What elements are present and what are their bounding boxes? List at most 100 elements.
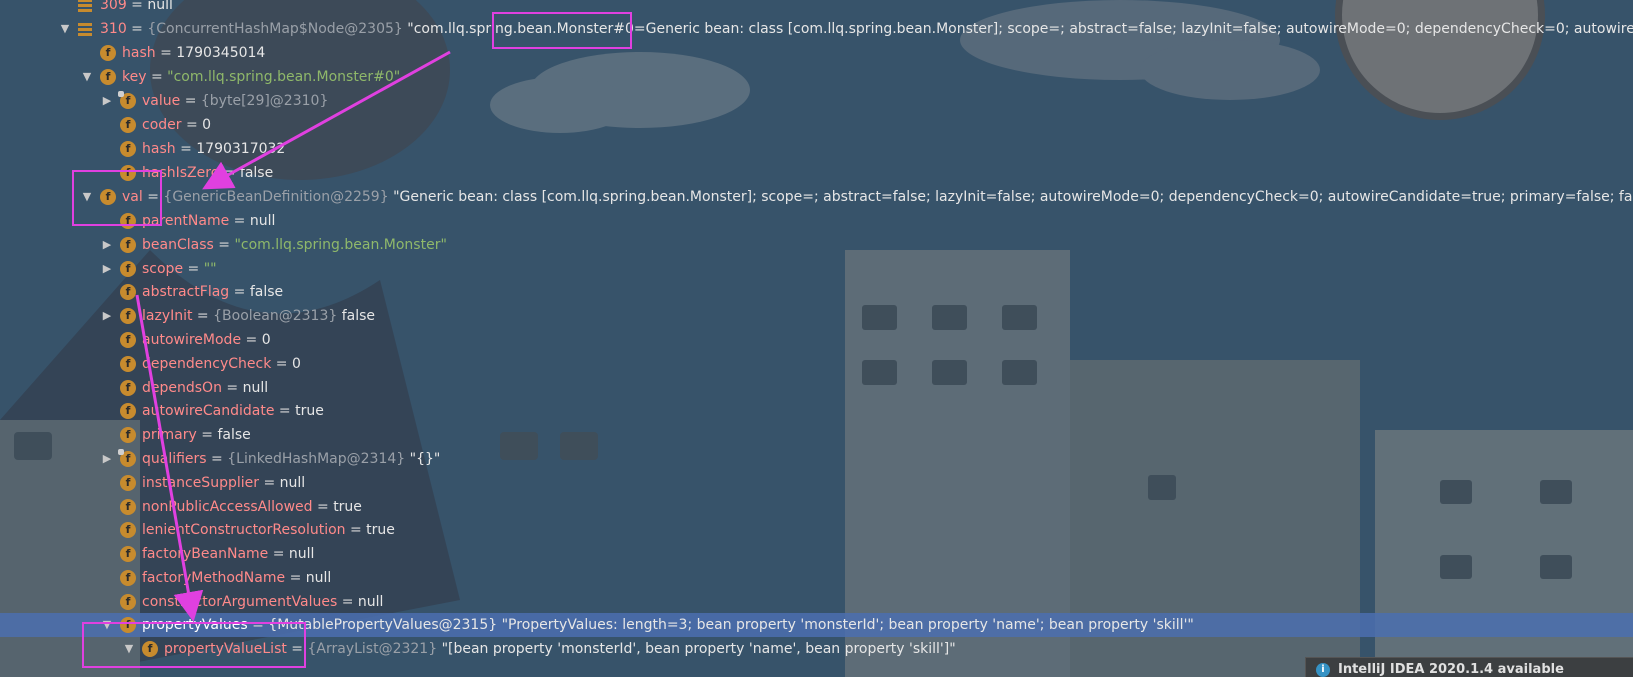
equals-sign: = [192, 308, 214, 324]
collapse-arrow-icon[interactable]: ▼ [80, 185, 94, 209]
variable-type: {Boolean@2313} [213, 308, 342, 324]
field-icon: f [120, 475, 136, 491]
tree-row-text: dependsOn = null [142, 376, 268, 400]
tree-row-text: 309 = null [100, 0, 173, 17]
tree-row-primary[interactable]: f primary = false [0, 423, 1633, 447]
tree-row-hash[interactable]: f hash = 1790317032 [0, 137, 1633, 161]
variable-name: factoryBeanName [142, 546, 269, 562]
tree-row-nonpublicaccessallowed[interactable]: f nonPublicAccessAllowed = true [0, 495, 1633, 519]
equals-sign: = [196, 427, 218, 443]
equals-sign: = [337, 594, 358, 610]
tree-row-dependson[interactable]: f dependsOn = null [0, 376, 1633, 400]
tree-row-coder[interactable]: f coder = 0 [0, 113, 1633, 137]
field-icon: f [120, 570, 136, 586]
equals-sign: = [229, 284, 250, 300]
tree-row-text: key = "com.llq.spring.bean.Monster#0" [122, 65, 400, 89]
equals-sign: = [285, 570, 306, 586]
tree-row-abstractflag[interactable]: f abstractFlag = false [0, 280, 1633, 304]
tree-row-text: hash = 1790345014 [122, 41, 265, 65]
variable-name: propertyValueList [164, 641, 287, 657]
field-icon: f [120, 522, 136, 538]
tree-row-dependencycheck[interactable]: f dependencyCheck = 0 [0, 352, 1633, 376]
equals-sign: = [286, 641, 308, 657]
list-entry-icon [78, 0, 92, 12]
tree-row-lenientconstructorresolution[interactable]: f lenientConstructorResolution = true [0, 518, 1633, 542]
tree-row-factorymethodname[interactable]: f factoryMethodName = null [0, 566, 1633, 590]
expand-arrow-icon[interactable]: ▶ [100, 304, 114, 328]
variable-type: {GenericBeanDefinition@2259} [163, 189, 394, 205]
collapse-arrow-icon[interactable]: ▼ [80, 65, 94, 89]
tree-row-factorybeanname[interactable]: f factoryBeanName = null [0, 542, 1633, 566]
tree-row-text: scope = "" [142, 257, 217, 281]
tree-row-constructorargumentvalues[interactable]: f constructorArgumentValues = null [0, 590, 1633, 614]
tree-row-autowiremode[interactable]: f autowireMode = 0 [0, 328, 1633, 352]
field-icon: f [120, 213, 136, 229]
field-icon: f [120, 617, 136, 633]
tree-row-hashiszero[interactable]: f hashIsZero = false [0, 161, 1633, 185]
tree-row-autowirecandidate[interactable]: f autowireCandidate = true [0, 399, 1633, 423]
tree-row-propertyvalues[interactable]: ▼ f propertyValues = {MutablePropertyValue… [0, 613, 1633, 637]
tree-row-parentname[interactable]: f parentName = null [0, 209, 1633, 233]
tree-row-beanclass[interactable]: ▶ f beanClass = "com.llq.spring.bean.Monst… [0, 233, 1633, 257]
variable-value: 0 [261, 332, 271, 348]
tree-row-310[interactable]: ▼ 310 = {ConcurrentHashMap$Node@2305} "co… [0, 17, 1633, 41]
tree-row-value[interactable]: ▶ f value = {byte[29]@2310} [0, 89, 1633, 113]
field-icon: f [120, 427, 136, 443]
tree-row-lazyinit[interactable]: ▶ f lazyInit = {Boolean@2313} false [0, 304, 1633, 328]
variable-type: {ConcurrentHashMap$Node@2305} [147, 21, 408, 37]
tree-row-text: coder = 0 [142, 113, 211, 137]
variable-value: 1790317032 [196, 141, 286, 157]
variable-value: 0 [291, 356, 301, 372]
tree-row-instancesupplier[interactable]: f instanceSupplier = null [0, 471, 1633, 495]
variable-value: false [217, 427, 251, 443]
variable-name: constructorArgumentValues [142, 594, 338, 610]
field-icon: f [120, 117, 136, 133]
tree-row-key[interactable]: ▼ f key = "com.llq.spring.bean.Monster#0" [0, 65, 1633, 89]
variable-name: parentName [142, 213, 230, 229]
tree-row-hash[interactable]: f hash = 1790345014 [0, 41, 1633, 65]
list-entry-icon [78, 22, 92, 36]
equals-sign: = [175, 141, 197, 157]
collapse-arrow-icon[interactable]: ▼ [122, 637, 136, 661]
field-icon: f [120, 403, 136, 419]
variable-name: coder [142, 117, 182, 133]
update-notification[interactable]: i IntelliJ IDEA 2020.1.4 available [1305, 657, 1633, 677]
variable-name: autowireMode [142, 332, 242, 348]
variable-name: beanClass [142, 237, 214, 253]
tree-row-309[interactable]: 309 = null [0, 0, 1633, 17]
collapse-arrow-icon[interactable]: ▼ [100, 613, 114, 637]
tree-row-scope[interactable]: ▶ f scope = "" [0, 257, 1633, 281]
equals-sign: = [241, 332, 262, 348]
expand-arrow-icon[interactable]: ▶ [100, 447, 114, 471]
tree-row-text: factoryMethodName = null [142, 566, 331, 590]
variable-name: factoryMethodName [142, 570, 286, 586]
variable-value: null [305, 570, 332, 586]
equals-sign: = [229, 213, 250, 229]
tree-row-text: factoryBeanName = null [142, 542, 314, 566]
tree-row-text: lazyInit = {Boolean@2313} false [142, 304, 375, 328]
equals-sign: = [146, 69, 168, 85]
equals-sign: = [271, 356, 292, 372]
equals-sign: = [219, 165, 240, 181]
expand-arrow-icon[interactable]: ▶ [100, 233, 114, 257]
variable-value: 0 [202, 117, 212, 133]
variable-value: "{}" [409, 451, 441, 467]
equals-sign: = [126, 0, 148, 13]
notification-text: IntelliJ IDEA 2020.1.4 available [1338, 662, 1564, 677]
variable-value: "com.llq.spring.bean.Monster#0=Generic b… [407, 21, 1633, 37]
tree-row-text: beanClass = "com.llq.spring.bean.Monster… [142, 233, 447, 257]
tree-row-text: value = {byte[29]@2310} [142, 89, 328, 113]
tree-row-text: val = {GenericBeanDefinition@2259} "Gene… [122, 185, 1633, 209]
final-field-icon: f [118, 449, 136, 467]
expand-arrow-icon[interactable]: ▶ [100, 257, 114, 281]
final-field-icon: f [118, 91, 136, 109]
expand-arrow-icon[interactable]: ▶ [100, 89, 114, 113]
collapse-arrow-icon[interactable]: ▼ [58, 17, 72, 41]
tree-row-text: propertyValueList = {ArrayList@2321} "[b… [164, 637, 956, 661]
tree-row-val[interactable]: ▼ f val = {GenericBeanDefinition@2259} "Ge… [0, 185, 1633, 209]
tree-row-text: instanceSupplier = null [142, 471, 305, 495]
variable-name: instanceSupplier [142, 475, 259, 491]
tree-row-qualifiers[interactable]: ▶ f qualifiers = {LinkedHashMap@2314} "{}" [0, 447, 1633, 471]
tree-row-text: primary = false [142, 423, 251, 447]
equals-sign: = [181, 117, 203, 133]
